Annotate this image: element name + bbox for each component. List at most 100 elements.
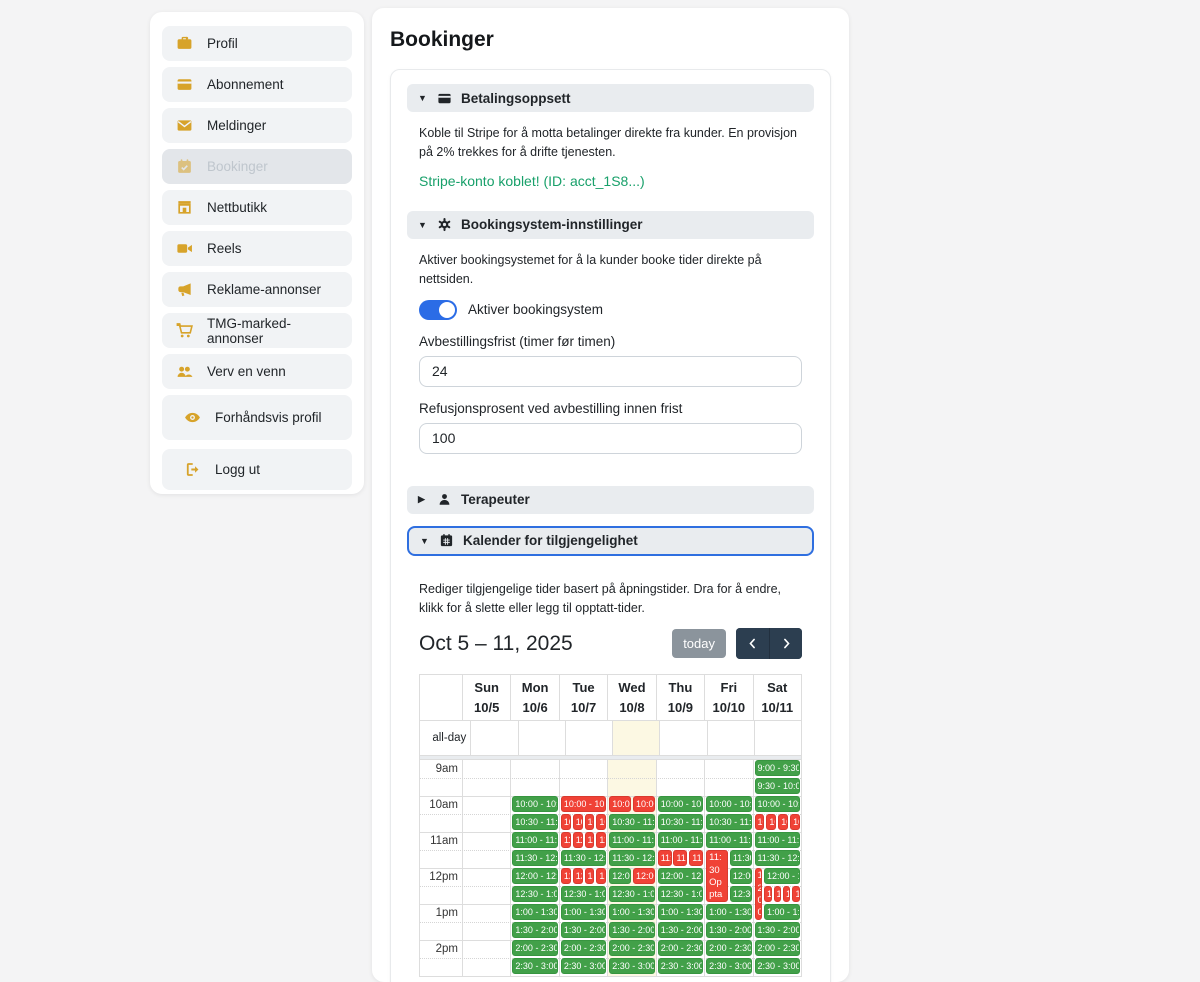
calendar-event[interactable]: 10 bbox=[585, 814, 595, 830]
calendar-event[interactable]: 12:30 bbox=[730, 886, 752, 902]
sidebar-item-nettbutikk[interactable]: Nettbutikk bbox=[162, 190, 352, 225]
sidebar-item-reklame[interactable]: Reklame-annonser bbox=[162, 272, 352, 307]
all-day-cell-sun[interactable] bbox=[470, 721, 517, 755]
calendar-event[interactable]: 10:00 bbox=[633, 796, 655, 812]
section-header-kalender[interactable]: ▼ Kalender for tilgjengelighet bbox=[407, 526, 814, 556]
calendar-event[interactable]: 9:30 - 10:00 bbox=[755, 778, 800, 794]
all-day-cell-wed[interactable] bbox=[612, 721, 659, 755]
calendar-event[interactable]: 10:00 - 10:3 bbox=[512, 796, 557, 812]
calendar-event[interactable]: 2:30 - 3:00 - bbox=[755, 958, 800, 974]
calendar-event[interactable]: 1:00 - 1:30 - bbox=[561, 904, 606, 920]
all-day-cell-thu[interactable] bbox=[659, 721, 706, 755]
calendar-event[interactable]: 12:30 - 1:00 bbox=[658, 886, 703, 902]
calendar-event[interactable]: 1:00 - 1:30 - bbox=[706, 904, 751, 920]
section-header-betalingsoppsett[interactable]: ▼ Betalingsoppsett bbox=[407, 84, 814, 112]
calendar-event[interactable]: 11:3 bbox=[689, 850, 703, 866]
calendar-event[interactable]: 11:30 - 12:0 bbox=[755, 850, 800, 866]
calendar-event[interactable]: 11:30 bbox=[730, 850, 752, 866]
calendar-event[interactable]: 10:00 - 10:3 bbox=[561, 796, 606, 812]
calendar-event[interactable]: 11:30 - 12:0 bbox=[512, 850, 557, 866]
calendar-event[interactable]: 11:3 bbox=[658, 850, 672, 866]
calendar-event[interactable]: 12 bbox=[573, 868, 583, 884]
calendar-event[interactable]: 1:00 - 1:30 - bbox=[658, 904, 703, 920]
calendar-event[interactable]: 11 bbox=[573, 832, 583, 848]
calendar-event[interactable]: 11 bbox=[596, 832, 606, 848]
day-column-sat[interactable]: 9:00 - 9:30 -9:30 - 10:0010:00 - 10:3101… bbox=[753, 760, 801, 976]
sidebar-item-meldinger[interactable]: Meldinger bbox=[162, 108, 352, 143]
calendar-event[interactable]: 12:00 - 12:3 bbox=[512, 868, 557, 884]
calendar-event[interactable]: 10 bbox=[561, 814, 571, 830]
calendar-event[interactable]: 11:00 - 11:3 bbox=[512, 832, 557, 848]
calendar-event[interactable]: 1:30 - 2:00 - bbox=[512, 922, 557, 938]
sidebar-item-forhandsvis[interactable]: Forhåndsvis profil bbox=[162, 395, 352, 440]
calendar-event[interactable]: 10:00 - 10:3 bbox=[706, 796, 751, 812]
calendar-event[interactable]: 11:00 - 11:3 bbox=[658, 832, 703, 848]
calendar-event[interactable]: 2:00 - 2:30 - bbox=[609, 940, 654, 956]
calendar-event[interactable]: 12:30 - 1:00 bbox=[609, 886, 654, 902]
calendar-event[interactable]: 10:30 - 11:0 bbox=[658, 814, 703, 830]
sidebar-item-tmg-marked[interactable]: TMG-marked-annonser bbox=[162, 313, 352, 348]
calendar-event[interactable]: 10:00 - 10:3 bbox=[658, 796, 703, 812]
calendar-event[interactable]: 11:00 - 11:3 bbox=[706, 832, 751, 848]
all-day-cell-tue[interactable] bbox=[565, 721, 612, 755]
sidebar-item-bookinger[interactable]: Bookinger bbox=[162, 149, 352, 184]
today-button[interactable]: today bbox=[672, 629, 726, 658]
sidebar-item-logg-ut[interactable]: Logg ut bbox=[162, 449, 352, 490]
all-day-cell-fri[interactable] bbox=[707, 721, 754, 755]
cancellation-deadline-input[interactable] bbox=[419, 356, 802, 387]
calendar-event[interactable]: 12:00 bbox=[633, 868, 655, 884]
all-day-cell-sat[interactable] bbox=[754, 721, 801, 755]
all-day-cell-mon[interactable] bbox=[518, 721, 565, 755]
calendar-event[interactable]: 12 bbox=[585, 868, 595, 884]
calendar-event[interactable]: 1:30 - 2:00 - bbox=[609, 922, 654, 938]
calendar-event[interactable]: 12 bbox=[764, 886, 771, 902]
prev-week-button[interactable] bbox=[736, 628, 769, 659]
calendar-event[interactable]: 12:30 - 1:00 bbox=[512, 886, 557, 902]
calendar-event[interactable]: 1:00 - 1:30 - bbox=[512, 904, 557, 920]
calendar-event[interactable]: 11:30 - 12:0 bbox=[609, 850, 654, 866]
calendar-event[interactable]: 10 bbox=[573, 814, 583, 830]
calendar-event[interactable]: 12:00 - 12:3 bbox=[658, 868, 703, 884]
calendar-event[interactable]: 9:00 - 9:30 - bbox=[755, 760, 800, 776]
section-header-bookingsystem[interactable]: ▼ Bookingsystem-innstillinger bbox=[407, 211, 814, 239]
calendar-event[interactable]: 12 bbox=[561, 868, 571, 884]
calendar-event[interactable]: 2:00 - 2:30 - bbox=[658, 940, 703, 956]
calendar-event[interactable]: 2:30 - 3:00 - bbox=[561, 958, 606, 974]
calendar-event[interactable]: 2:00 - 2:30 - bbox=[755, 940, 800, 956]
calendar-event[interactable]: 10 bbox=[778, 814, 788, 830]
calendar-event[interactable]: 11:00 - 11:3 bbox=[755, 832, 800, 848]
calendar-event[interactable]: 1:30 - 2:00 - bbox=[561, 922, 606, 938]
calendar-event[interactable]: 10 bbox=[790, 814, 800, 830]
calendar-event[interactable]: 10:00 bbox=[609, 796, 631, 812]
calendar-event[interactable]: 2:00 - 2:30 - bbox=[561, 940, 606, 956]
calendar-event[interactable]: 12 bbox=[783, 886, 790, 902]
booking-system-toggle[interactable] bbox=[419, 300, 457, 320]
calendar-event[interactable]: 1:30 - 2:00 - bbox=[706, 922, 751, 938]
sidebar-item-verv[interactable]: Verv en venn bbox=[162, 354, 352, 389]
calendar-event[interactable]: 1:30 - 2:00 - bbox=[755, 922, 800, 938]
calendar-event[interactable]: 11:30 Opptatt bbox=[706, 850, 728, 902]
calendar-event[interactable]: 11:00 - 11:3 bbox=[609, 832, 654, 848]
calendar-event[interactable]: 11:30 - 12:0 bbox=[561, 850, 606, 866]
calendar-event[interactable]: 10 bbox=[755, 814, 765, 830]
calendar-event[interactable]: 2:30 - 3:00 - bbox=[609, 958, 654, 974]
calendar-event[interactable]: 10 bbox=[596, 814, 606, 830]
calendar-event[interactable]: 10:30 - 11:0 bbox=[609, 814, 654, 830]
calendar-event[interactable]: 2:30 - 3:00 - bbox=[706, 958, 751, 974]
day-column-mon[interactable]: 10:00 - 10:310:30 - 11:011:00 - 11:311:3… bbox=[510, 760, 558, 976]
calendar-event[interactable]: 1:30 - 2:00 - bbox=[658, 922, 703, 938]
sidebar-item-profil[interactable]: Profil bbox=[162, 26, 352, 61]
section-header-terapeuter[interactable]: ▶ Terapeuter bbox=[407, 486, 814, 514]
sidebar-item-reels[interactable]: Reels bbox=[162, 231, 352, 266]
next-week-button[interactable] bbox=[769, 628, 802, 659]
calendar-event[interactable]: 12 bbox=[596, 868, 606, 884]
sidebar-item-abonnement[interactable]: Abonnement bbox=[162, 67, 352, 102]
calendar-event[interactable]: 12 bbox=[792, 886, 799, 902]
calendar-event[interactable]: 1:00 - 1:30 - bbox=[609, 904, 654, 920]
calendar-event[interactable]: 12:30 - 1:00 bbox=[561, 886, 606, 902]
calendar-event[interactable]: 10:00 - 10:3 bbox=[755, 796, 800, 812]
calendar-event[interactable]: 11 bbox=[585, 832, 595, 848]
day-column-thu[interactable]: 10:00 - 10:3 10:30 - 11:0 11:00 - 11:3 11:3… bbox=[656, 760, 704, 976]
calendar-event[interactable]: 12:00 - 1: bbox=[764, 868, 800, 884]
calendar-event[interactable]: 2:30 - 3:00 - bbox=[512, 958, 557, 974]
